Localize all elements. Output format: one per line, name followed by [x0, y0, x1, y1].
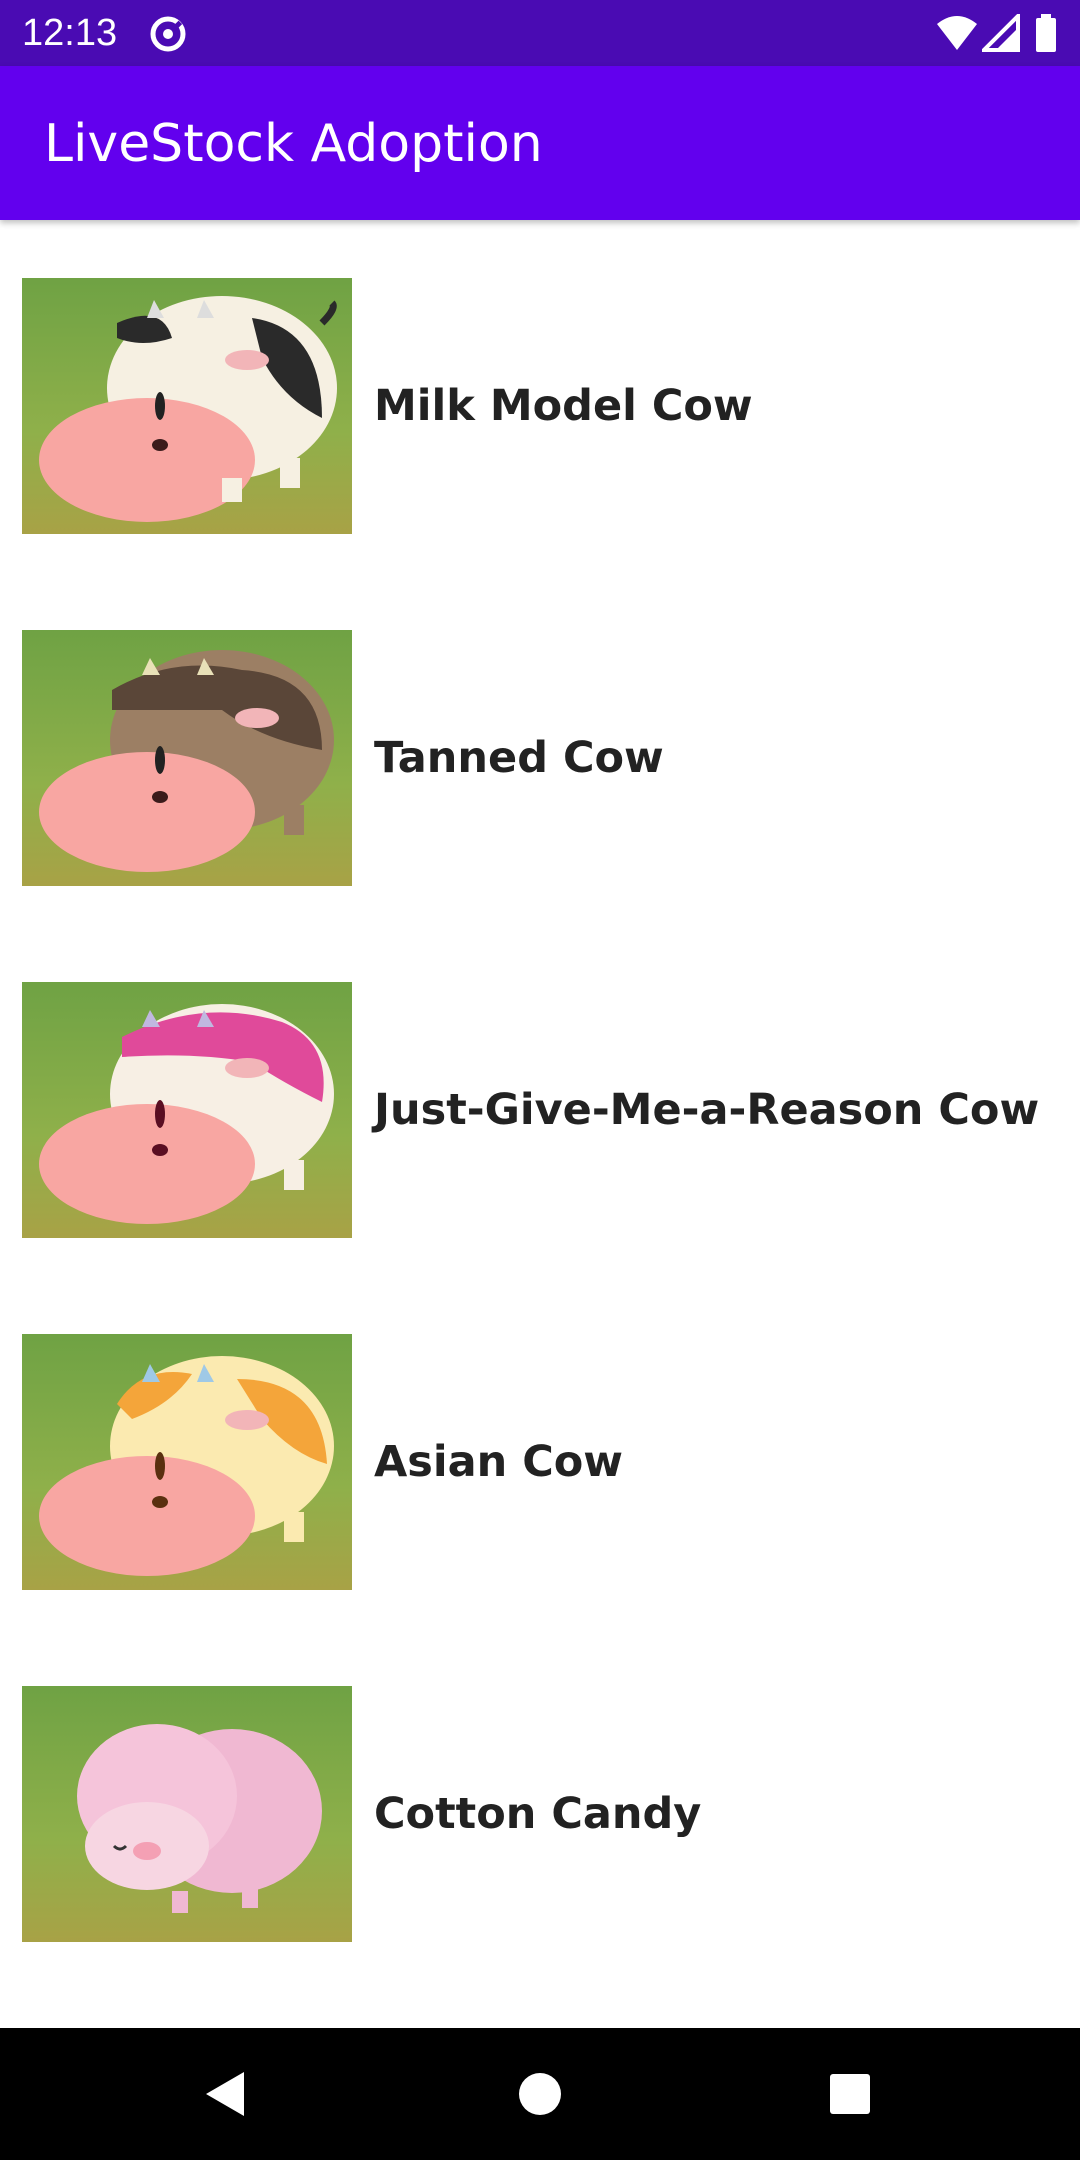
- app-bar: LiveStock Adoption: [0, 66, 1080, 220]
- home-icon[interactable]: [508, 2062, 572, 2126]
- asian-cow-image: [22, 1334, 352, 1590]
- page-title: LiveStock Adoption: [44, 114, 543, 174]
- cotton-candy-sheep-image: [22, 1686, 352, 1942]
- status-bar: 12:13: [0, 0, 1080, 66]
- navigation-bar: [0, 2028, 1080, 2160]
- list-item[interactable]: Milk Model Cow: [0, 220, 1080, 572]
- animal-name-label: Milk Model Cow: [374, 381, 753, 431]
- milk-model-cow-image: [22, 278, 352, 534]
- list-item[interactable]: Asian Cow: [0, 1276, 1080, 1628]
- list-item[interactable]: Tanned Cow: [0, 572, 1080, 924]
- animal-name-label: Just-Give-Me-a-Reason Cow: [374, 1085, 1040, 1135]
- status-time: 12:13: [22, 12, 118, 54]
- sync-icon: [148, 14, 188, 59]
- tanned-cow-image: [22, 630, 352, 886]
- list-item[interactable]: Cotton Candy: [0, 1628, 1080, 1980]
- animal-name-label: Cotton Candy: [374, 1789, 702, 1839]
- signal-icon: [979, 11, 1020, 59]
- wifi-icon: [935, 14, 979, 59]
- just-give-me-a-reason-cow-image: [22, 982, 352, 1238]
- animal-name-label: Tanned Cow: [374, 733, 664, 783]
- battery-icon: [1034, 14, 1058, 59]
- animal-name-label: Asian Cow: [374, 1437, 624, 1487]
- recents-icon[interactable]: [818, 2062, 882, 2126]
- list-item[interactable]: Just-Give-Me-a-Reason Cow: [0, 924, 1080, 1276]
- back-icon[interactable]: [194, 2062, 258, 2126]
